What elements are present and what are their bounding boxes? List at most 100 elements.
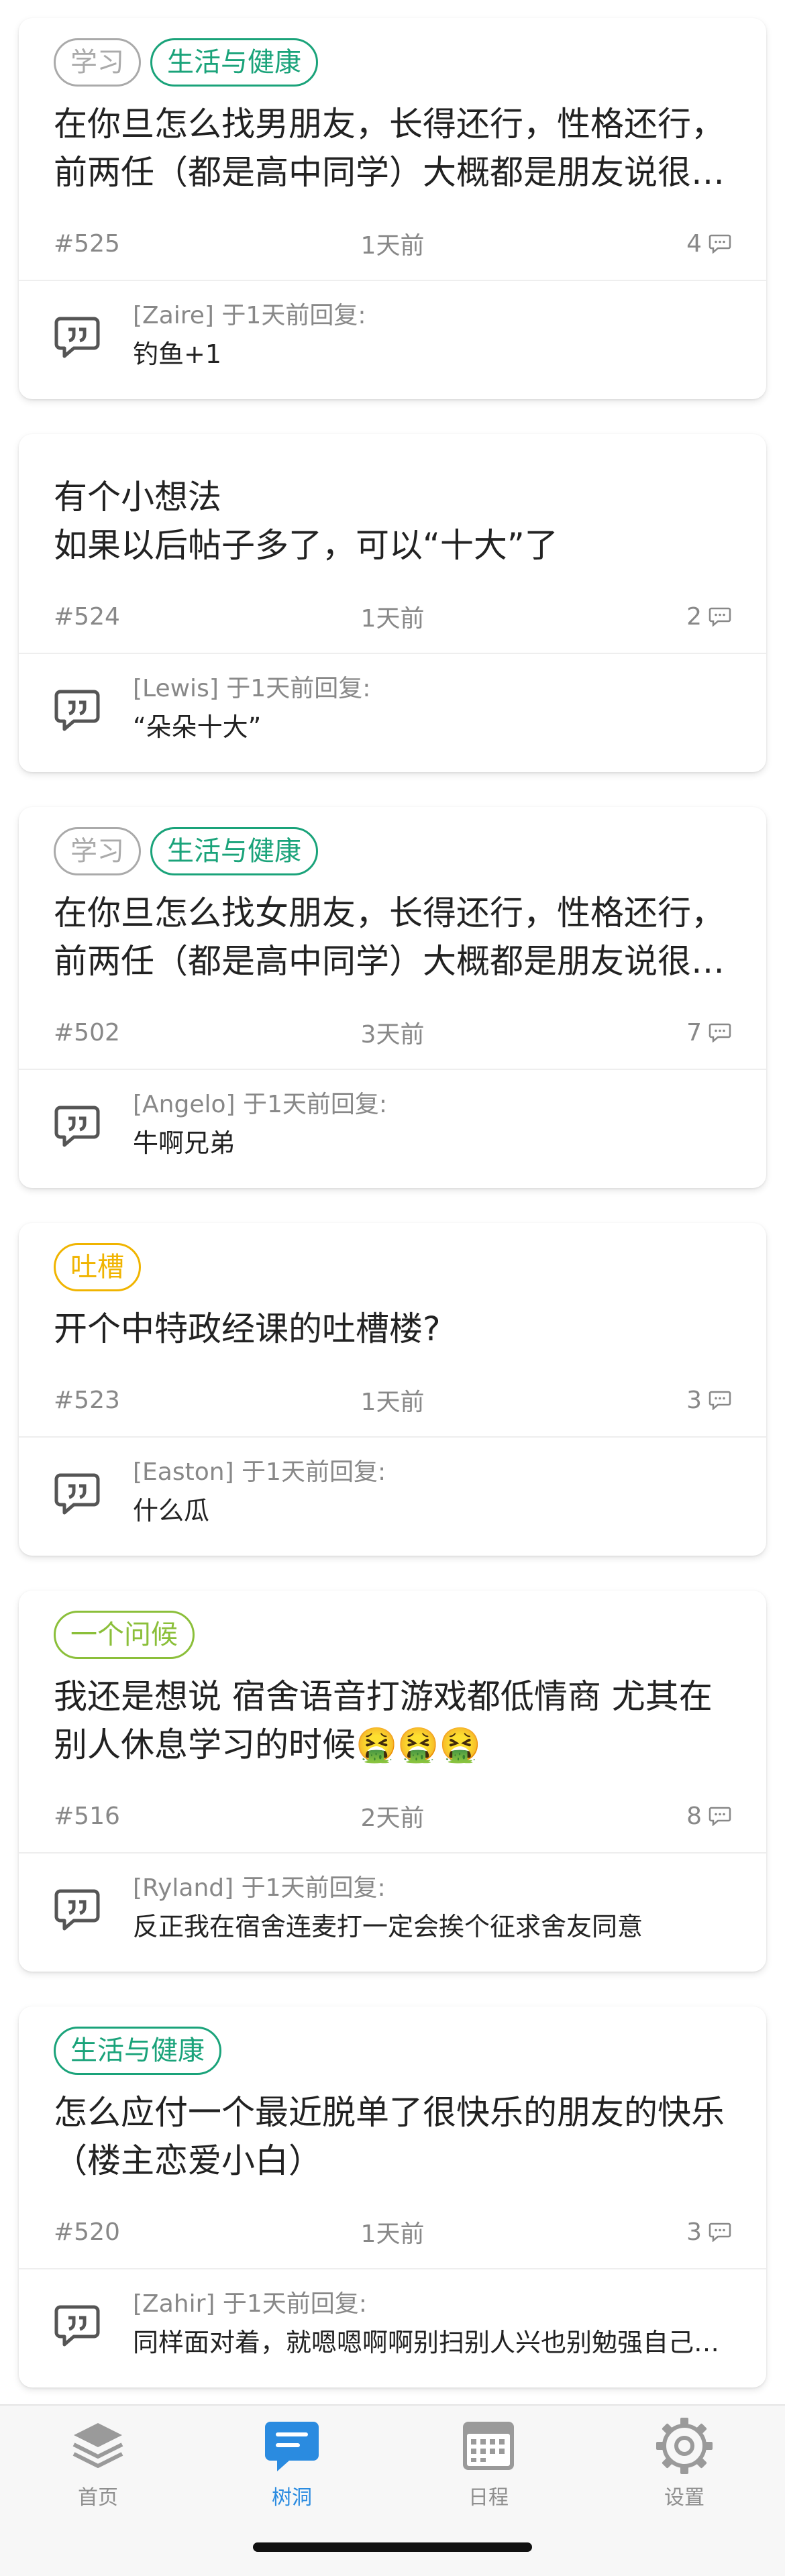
- post-id: #520: [54, 2218, 120, 2246]
- reply-body: [Zahir] 于1天前回复: 同样面对着，就嗯嗯啊啊别扫别人兴也别勉强自己…: [133, 2287, 731, 2363]
- post-card[interactable]: 学习 生活与健康在你旦怎么找男朋友，长得还行，性格还行， 前两任（都是高中同学）大概…: [19, 18, 766, 399]
- reply-count-value: 8: [686, 1802, 702, 1830]
- post-id: #523: [54, 1386, 120, 1414]
- tag-list: 一个问候: [54, 1611, 731, 1659]
- post-meta: #516 2天前 8: [54, 1789, 731, 1843]
- tag-list: 生活与健康: [54, 2027, 731, 2075]
- post-main[interactable]: 学习 生活与健康在你旦怎么找男朋友，长得还行，性格还行， 前两任（都是高中同学）大概…: [19, 18, 766, 270]
- tag-list: 吐槽: [54, 1243, 731, 1291]
- reply-count-value: 3: [686, 2218, 702, 2246]
- comment-count-icon: [709, 1023, 731, 1042]
- post-main[interactable]: 一个问候 我还是想说 宿舍语音打游戏都低情商 尤其在 别人休息学习的时候🤮🤮🤮 #51…: [19, 1591, 766, 1843]
- post-card[interactable]: 吐槽开个中特政经课的吐槽楼? #523 1天前 3 [Easton] 于1天前回复: 什么…: [19, 1223, 766, 1556]
- reply-text: 牛啊兄弟: [133, 1128, 235, 1158]
- tag-list: 学习 生活与健康: [54, 827, 731, 875]
- reply-body: [Angelo] 于1天前回复: 牛啊兄弟: [133, 1087, 731, 1164]
- comment-count-icon: [709, 607, 731, 627]
- post-text-line: 怎么应付一个最近脱单了很快乐的朋友的快乐: [54, 2093, 725, 2132]
- latest-reply[interactable]: [Zaire] 于1天前回复: 钓鱼+1: [19, 281, 766, 399]
- reply-body: [Easton] 于1天前回复: 什么瓜: [133, 1455, 731, 1532]
- post-card[interactable]: 学习 生活与健康在你旦怎么找女朋友，长得还行，性格还行， 前两任（都是高中同学）大概…: [19, 807, 766, 1188]
- post-card[interactable]: 有个小想法 如果以后帖子多了，可以“十大”了 #524 1天前 2 [Lewis] 于1天…: [19, 434, 766, 772]
- quote-bubble-icon: [54, 2305, 100, 2347]
- reply-count: 3: [584, 1387, 731, 1414]
- latest-reply[interactable]: [Lewis] 于1天前回复: “朵朵十大”: [19, 654, 766, 772]
- post-id: #525: [54, 229, 120, 258]
- post-text-line: 在你旦怎么找男朋友，长得还行，性格还行，: [54, 105, 725, 144]
- quote-bubble-icon: [54, 1889, 100, 1931]
- reply-count-value: 3: [686, 1386, 702, 1414]
- reply-count: 3: [584, 2218, 731, 2246]
- reply-body: [Ryland] 于1天前回复: 反正我在宿舍连麦打一定会挨个征求舍友同意: [133, 1871, 731, 1947]
- post-tag[interactable]: 生活与健康: [150, 38, 318, 87]
- gear-icon: [656, 2418, 713, 2474]
- comment-count-icon: [709, 1807, 731, 1826]
- latest-reply[interactable]: [Angelo] 于1天前回复: 牛啊兄弟: [19, 1070, 766, 1188]
- reply-author: [Lewis] 于1天前回复:: [133, 675, 371, 702]
- post-meta: #523 1天前 3: [54, 1373, 731, 1427]
- reply-author: [Angelo] 于1天前回复:: [133, 1091, 388, 1118]
- post-tag[interactable]: 学习: [54, 827, 141, 875]
- post-text-line: （楼主恋爱小白）: [54, 2141, 322, 2180]
- post-time: 3天前: [360, 1021, 425, 1049]
- post-card[interactable]: 生活与健康怎么应付一个最近脱单了很快乐的朋友的快乐 （楼主恋爱小白） #520 1天前…: [19, 2006, 766, 2387]
- latest-reply[interactable]: [Zahir] 于1天前回复: 同样面对着，就嗯嗯啊啊别扫别人兴也别勉强自己…: [19, 2269, 766, 2387]
- reply-author: [Ryland] 于1天前回复:: [133, 1874, 386, 1902]
- post-feed[interactable]: 学习 生活与健康 在你旦怎么找男朋友，长得还行，性格还行， 前两任（都是高中同学）大概…: [0, 0, 785, 2404]
- post-text-line: 有个小想法: [54, 478, 221, 517]
- quote-bubble-icon: [54, 1106, 100, 1147]
- post-tag[interactable]: 生活与健康: [150, 827, 318, 875]
- tag-list: 学习 生活与健康: [54, 38, 731, 87]
- reply-count-value: 7: [686, 1018, 702, 1046]
- latest-reply[interactable]: [Easton] 于1天前回复: 什么瓜: [19, 1438, 766, 1556]
- comment-count-icon: [709, 234, 731, 254]
- post-time: 1天前: [360, 605, 425, 633]
- post-main[interactable]: 吐槽开个中特政经课的吐槽楼? #523 1天前 3: [19, 1223, 766, 1427]
- comment-count-icon: [709, 2222, 731, 2242]
- quote-bubble-icon: [54, 690, 100, 731]
- post-main[interactable]: 生活与健康怎么应付一个最近脱单了很快乐的朋友的快乐 （楼主恋爱小白） #520 1天前…: [19, 2006, 766, 2259]
- reply-body: [Lewis] 于1天前回复: “朵朵十大”: [133, 672, 731, 748]
- post-time: 1天前: [360, 2220, 425, 2248]
- reply-text: 同样面对着，就嗯嗯啊啊别扫别人兴也别勉强自己…: [133, 2328, 720, 2357]
- post-text: 有个小想法如果以后帖子多了，可以“十大”了: [54, 473, 731, 570]
- quote-bubble-icon: [54, 1473, 100, 1515]
- post-text-line: 前两任（都是高中同学）大概都是朋友说很…: [54, 153, 725, 192]
- tab-treehole[interactable]: 树洞: [225, 2414, 359, 2510]
- post-text-line: 别人休息学习的时候🤮🤮🤮: [54, 1725, 481, 1764]
- post-text: 怎么应付一个最近脱单了很快乐的朋友的快乐 （楼主恋爱小白）: [54, 2088, 731, 2185]
- post-time: 1天前: [360, 232, 425, 260]
- post-id: #502: [54, 1018, 120, 1046]
- post-text-line: 开个中特政经课的吐槽楼?: [54, 1309, 441, 1348]
- post-text-line: 如果以后帖子多了，可以“十大”了: [54, 526, 558, 565]
- post-tag[interactable]: 一个问候: [54, 1611, 195, 1659]
- tab-home-label: 首页: [78, 2486, 118, 2510]
- chat-bubble-icon: [265, 2422, 319, 2471]
- post-main[interactable]: 学习 生活与健康在你旦怎么找女朋友，长得还行，性格还行， 前两任（都是高中同学）大概…: [19, 807, 766, 1059]
- quote-bubble-icon: [54, 317, 100, 358]
- post-main[interactable]: 有个小想法 如果以后帖子多了，可以“十大”了 #524 1天前 2: [19, 434, 766, 643]
- post-card[interactable]: 一个问候 我还是想说 宿舍语音打游戏都低情商 尤其在 别人休息学习的时候🤮🤮🤮 #51…: [19, 1591, 766, 1972]
- post-time: 2天前: [360, 1805, 425, 1832]
- post-tag[interactable]: 吐槽: [54, 1243, 141, 1291]
- tab-settings[interactable]: 设置: [617, 2414, 751, 2510]
- tab-settings-label: 设置: [664, 2486, 704, 2510]
- post-time: 1天前: [360, 1389, 425, 1416]
- tab-schedule[interactable]: 日程: [421, 2414, 556, 2510]
- post-tag[interactable]: 学习: [54, 38, 141, 87]
- reply-count: 4: [584, 230, 731, 258]
- latest-reply[interactable]: [Ryland] 于1天前回复: 反正我在宿舍连麦打一定会挨个征求舍友同意: [19, 1854, 766, 1972]
- post-tag[interactable]: 生活与健康: [54, 2027, 221, 2075]
- reply-text: “朵朵十大”: [133, 712, 262, 742]
- post-text-line: 我还是想说 宿舍语音打游戏都低情商 尤其在: [54, 1677, 713, 1716]
- post-text-line: 前两任（都是高中同学）大概都是朋友说很…: [54, 942, 725, 981]
- post-text-line: 在你旦怎么找女朋友，长得还行，性格还行，: [54, 894, 725, 932]
- reply-text: 反正我在宿舍连麦打一定会挨个征求舍友同意: [133, 1912, 643, 1941]
- reply-author: [Zaire] 于1天前回复:: [133, 302, 366, 329]
- reply-count: 7: [584, 1019, 731, 1046]
- post-text: 我还是想说 宿舍语音打游戏都低情商 尤其在 别人休息学习的时候🤮🤮🤮: [54, 1672, 731, 1769]
- post-meta: #520 1天前 3: [54, 2205, 731, 2259]
- post-text: 在你旦怎么找男朋友，长得还行，性格还行， 前两任（都是高中同学）大概都是朋友说很…: [54, 100, 731, 197]
- comment-count-icon: [709, 1391, 731, 1410]
- tab-home[interactable]: 首页: [31, 2414, 165, 2510]
